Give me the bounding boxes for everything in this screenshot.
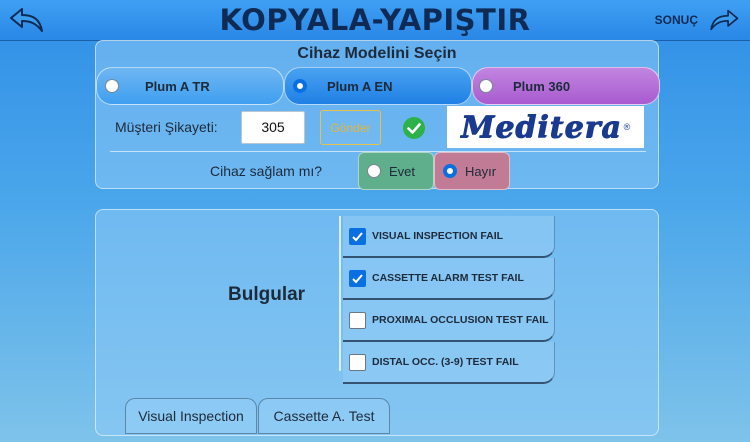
checkbox-unchecked-icon[interactable] xyxy=(349,311,366,329)
finding-cassette-alarm-test-fail[interactable]: CASSETTE ALARM TEST FAIL xyxy=(343,258,555,300)
finding-label: VISUAL INSPECTION FAIL xyxy=(372,230,504,242)
model-option-plum-360[interactable]: Plum 360 xyxy=(472,67,660,105)
next-label: SONUÇ xyxy=(654,13,698,27)
healthy-question: Cihaz sağlam mı? xyxy=(210,163,323,179)
page-title: KOPYALA-YAPIŞTIR xyxy=(219,3,531,37)
finding-proximal-occlusion-test-fail[interactable]: PROXIMAL OCCLUSION TEST FAIL xyxy=(343,300,555,342)
header-bar: KOPYALA-YAPIŞTIR SONUÇ xyxy=(0,0,750,41)
radio-selected-icon xyxy=(293,79,307,93)
radio-selected-icon xyxy=(443,164,457,178)
redo-arrow-icon xyxy=(710,9,739,31)
complaint-input[interactable]: 305 xyxy=(241,111,305,144)
findings-title: Bulgular xyxy=(228,284,306,305)
complaint-label: Müşteri Şikayeti: xyxy=(115,119,218,135)
green-check-icon xyxy=(403,117,425,139)
model-option-plum-a-en[interactable]: Plum A EN xyxy=(284,67,472,105)
findings-separator xyxy=(339,216,341,371)
no-label: Hayır xyxy=(465,163,497,179)
yes-option[interactable]: Evet xyxy=(358,152,434,190)
finding-label: PROXIMAL OCCLUSION TEST FAIL xyxy=(372,314,549,326)
finding-label: CASSETTE ALARM TEST FAIL xyxy=(372,272,524,284)
panel-title: Cihaz Modelini Seçin xyxy=(297,45,457,62)
radio-icon xyxy=(105,79,119,93)
model-option-plum-a-tr[interactable]: Plum A TR xyxy=(96,67,284,105)
next-result-button[interactable]: SONUÇ xyxy=(655,6,740,34)
meditera-logo: Meditera ® xyxy=(447,106,644,148)
finding-label: DISTAL OCC. (3-9) TEST FAIL xyxy=(372,356,519,368)
checkbox-checked-icon[interactable] xyxy=(349,269,366,287)
finding-visual-inspection-fail[interactable]: VISUAL INSPECTION FAIL xyxy=(343,216,555,258)
tab-cassette-a-test[interactable]: Cassette A. Test xyxy=(258,398,390,434)
yes-label: Evet xyxy=(389,163,416,179)
model-label: Plum 360 xyxy=(513,78,571,94)
logo-text: Meditera xyxy=(460,109,622,145)
radio-icon xyxy=(367,164,381,178)
tab-visual-inspection[interactable]: Visual Inspection xyxy=(125,398,257,434)
checkbox-checked-icon[interactable] xyxy=(349,227,366,245)
send-button[interactable]: Gönder xyxy=(320,110,381,145)
logo-registered-mark: ® xyxy=(623,122,631,132)
radio-icon xyxy=(479,79,493,93)
checkbox-unchecked-icon[interactable] xyxy=(349,353,366,371)
model-label: Plum A EN xyxy=(327,78,393,94)
model-label: Plum A TR xyxy=(145,78,210,94)
no-option[interactable]: Hayır xyxy=(434,152,510,190)
finding-distal-occ-test-fail[interactable]: DISTAL OCC. (3-9) TEST FAIL xyxy=(343,342,555,384)
